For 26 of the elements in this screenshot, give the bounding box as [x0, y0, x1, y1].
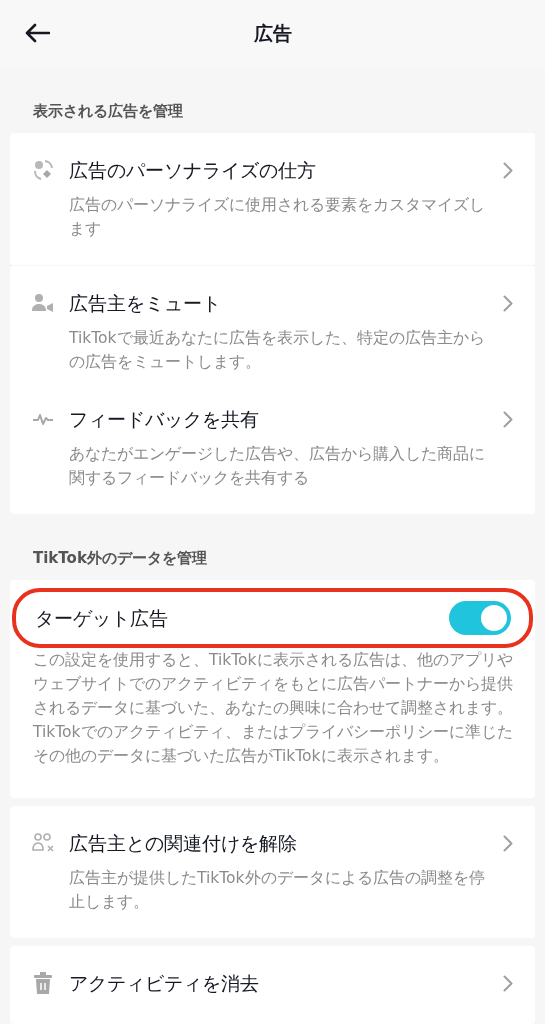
chevron-icon[interactable] — [503, 410, 513, 428]
row-description: 広告主が提供したTikTok外のデータによる広告の調整を停止します。 — [69, 868, 486, 913]
row-label[interactable]: 広告主との関連付けを解除 — [69, 830, 503, 856]
toggle-description: この設定を使用すると、TikTokに表示される広告は、他のアプリやウェブサイトでのアクティビティをもとに広告パートナーから提供されるデータに基づいた、あなたの興味に合わせて調整されます。 — [32, 650, 514, 719]
row-description: あなたがエンゲージした広告や、広告から購入した商品に関するフィードバックを共有する — [69, 444, 486, 489]
person-speaker-icon — [32, 292, 54, 314]
chevron-icon[interactable] — [503, 974, 513, 992]
row-label[interactable]: フィードバックを共有 — [69, 406, 503, 432]
chevron-icon[interactable] — [503, 161, 513, 179]
row-label[interactable]: 広告主をミュート — [69, 290, 503, 316]
page-title: 広告 — [253, 21, 292, 46]
toggle-description: TikTokでのアクティビティ、またはプライバシーポリシーに準じたその他のデータに基づいた広告がTikTokに表示されます。 — [32, 722, 514, 767]
section-heading: TikTok外のデータを管理 — [32, 548, 208, 569]
people-remove-icon — [32, 832, 54, 854]
toggle-switch[interactable] — [449, 601, 511, 635]
row-label[interactable]: 広告のパーソナライズの仕方 — [69, 157, 503, 183]
toggle-label: ターゲット広告 — [35, 606, 168, 631]
chevron-icon[interactable] — [503, 834, 513, 852]
section-heading: 表示される広告を管理 — [32, 101, 184, 122]
back-icon[interactable] — [24, 23, 50, 43]
row-description: 広告のパーソナライズに使用される要素をカスタマイズします — [69, 195, 486, 240]
row-label[interactable]: アクティビティを消去 — [69, 970, 503, 996]
sparkle-icon — [32, 159, 54, 181]
chevron-icon[interactable] — [503, 294, 513, 312]
trash-icon — [32, 972, 54, 994]
row-description: TikTokで最近あなたに広告を表示した、特定の広告主からの広告をミュートします。 — [69, 328, 486, 373]
